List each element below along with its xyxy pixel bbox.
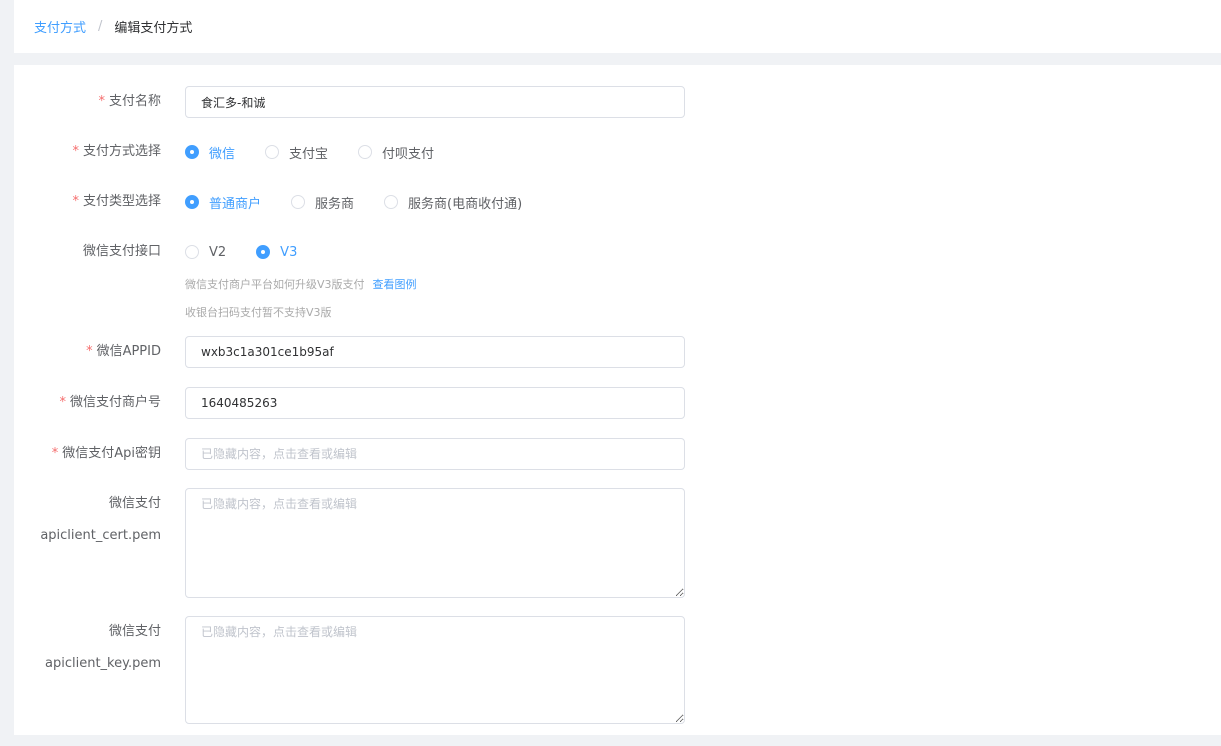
cert-label-line2: apiclient_cert.pem bbox=[40, 528, 161, 543]
radio-dot bbox=[185, 195, 199, 209]
required-mark: * bbox=[59, 395, 66, 410]
appid-label: * 微信APPID bbox=[14, 336, 173, 368]
radio-label: 服务商(电商收付通) bbox=[408, 196, 523, 212]
api-key-label-text: 微信支付Api密钥 bbox=[62, 446, 161, 461]
pay-name-label: * 支付名称 bbox=[14, 86, 173, 118]
radio-dot bbox=[185, 245, 199, 259]
key-label-line1: 微信支付 bbox=[108, 624, 161, 639]
wx-api-row: 微信支付接口 bbox=[14, 236, 173, 268]
pay-method-label: * 支付方式选择 bbox=[14, 136, 173, 168]
pay-method-label-text: 支付方式选择 bbox=[82, 144, 161, 159]
radio-dot bbox=[265, 145, 280, 159]
pay-name-input[interactable] bbox=[185, 86, 685, 118]
mch-id-input[interactable] bbox=[185, 387, 685, 419]
radio-service-provider[interactable]: 服务商 bbox=[291, 193, 354, 212]
breadcrumb-separator: / bbox=[98, 19, 103, 34]
required-mark: * bbox=[86, 344, 93, 359]
required-mark: * bbox=[98, 94, 105, 109]
appid-input[interactable] bbox=[185, 336, 685, 368]
key-label-line2: apiclient_key.pem bbox=[45, 656, 161, 671]
wx-api-label: 微信支付接口 bbox=[82, 244, 161, 259]
pay-name-row: * 支付名称 bbox=[14, 86, 173, 118]
radio-dot bbox=[291, 195, 306, 209]
key-label: 微信支付 apiclient_key.pem bbox=[14, 616, 173, 680]
breadcrumb-parent-link[interactable]: 支付方式 bbox=[34, 17, 86, 36]
pay-method-radio-group: 微信 支付宝 付呗支付 bbox=[185, 136, 464, 168]
breadcrumb: 支付方式 / 编辑支付方式 bbox=[14, 0, 1221, 53]
breadcrumb-current: 编辑支付方式 bbox=[114, 21, 193, 36]
pay-type-row: * 支付类型选择 bbox=[14, 186, 173, 218]
pay-type-label-text: 支付类型选择 bbox=[82, 194, 161, 209]
cert-label: 微信支付 apiclient_cert.pem bbox=[14, 488, 173, 552]
radio-fubei[interactable]: 付呗支付 bbox=[358, 143, 434, 162]
api-key-input[interactable] bbox=[185, 438, 685, 470]
v3-upgrade-hint: 微信支付商户平台如何升级V3版支付 查看图例 bbox=[185, 276, 417, 292]
cert-textarea[interactable] bbox=[185, 488, 685, 598]
radio-v3[interactable]: V3 bbox=[256, 245, 297, 260]
radio-label: V3 bbox=[280, 244, 298, 260]
radio-ecommerce-provider[interactable]: 服务商(电商收付通) bbox=[384, 193, 522, 212]
required-mark: * bbox=[72, 194, 79, 209]
mch-id-label-text: 微信支付商户号 bbox=[69, 395, 161, 410]
pay-name-label-text: 支付名称 bbox=[108, 94, 161, 109]
mch-id-label: * 微信支付商户号 bbox=[14, 387, 173, 419]
required-mark: * bbox=[51, 446, 59, 461]
cert-label-line1: 微信支付 bbox=[108, 496, 161, 511]
radio-v2[interactable]: V2 bbox=[185, 245, 226, 260]
view-example-link[interactable]: 查看图例 bbox=[373, 278, 417, 291]
required-mark: * bbox=[72, 144, 79, 159]
pay-type-label: * 支付类型选择 bbox=[14, 186, 173, 218]
radio-alipay[interactable]: 支付宝 bbox=[265, 143, 328, 162]
radio-label: V2 bbox=[209, 244, 227, 260]
v3-upgrade-hint-text: 微信支付商户平台如何升级V3版支付 bbox=[185, 278, 365, 291]
radio-dot bbox=[358, 145, 373, 159]
mch-id-row: * 微信支付商户号 bbox=[14, 387, 173, 419]
edit-payment-form: *支付名称 *支付方式选择 微信 支付宝 付呗支付 *支付类型选择 普通商户 服… bbox=[14, 65, 1221, 735]
api-key-row: * 微信支付Api密钥 bbox=[14, 438, 173, 470]
radio-label: 服务商 bbox=[315, 196, 355, 212]
pay-method-row: * 支付方式选择 bbox=[14, 136, 173, 168]
radio-label: 普通商户 bbox=[209, 196, 262, 212]
appid-label-text: 微信APPID bbox=[96, 344, 161, 359]
radio-label: 微信 bbox=[209, 146, 236, 162]
radio-dot bbox=[256, 245, 271, 259]
v3-cashier-hint: 收银台扫码支付暂不支持V3版 bbox=[185, 306, 332, 319]
api-key-label: * 微信支付Api密钥 bbox=[14, 438, 173, 470]
radio-dot bbox=[384, 195, 399, 209]
radio-label: 付呗支付 bbox=[382, 146, 435, 162]
radio-label: 支付宝 bbox=[289, 146, 329, 162]
radio-wechat[interactable]: 微信 bbox=[185, 143, 235, 162]
radio-normal-merchant[interactable]: 普通商户 bbox=[185, 193, 261, 212]
pay-type-radio-group: 普通商户 服务商 服务商(电商收付通) bbox=[185, 186, 552, 218]
wx-api-radio-group: V2 V3 bbox=[185, 236, 327, 268]
radio-dot bbox=[185, 145, 199, 159]
appid-row: * 微信APPID bbox=[14, 336, 173, 368]
key-textarea[interactable] bbox=[185, 616, 685, 724]
